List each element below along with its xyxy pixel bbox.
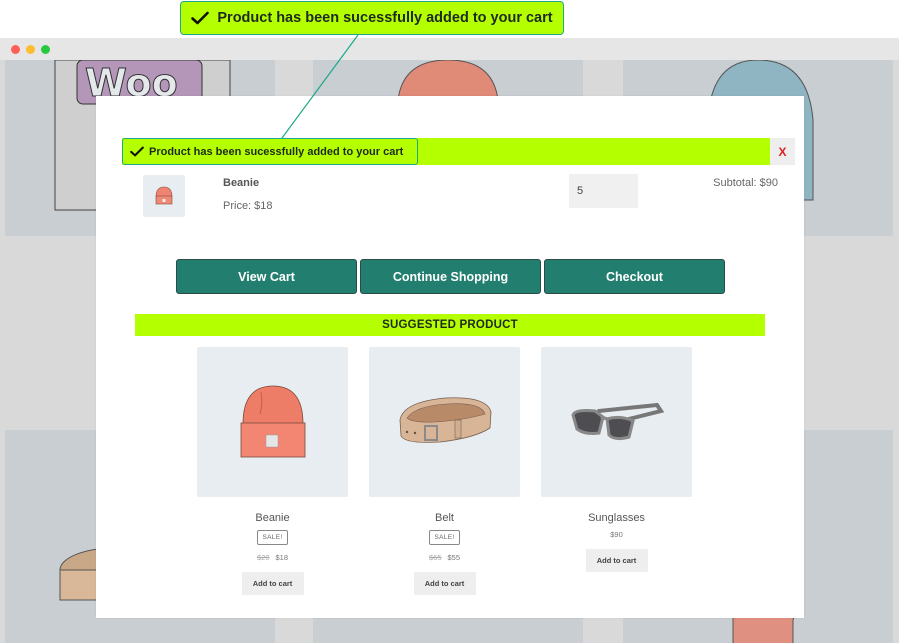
checkmark-icon <box>191 11 210 25</box>
suggested-product-heading: SUGGESTED PRODUCT <box>135 314 765 336</box>
add-to-cart-button[interactable]: Add to cart <box>413 572 476 595</box>
product-name[interactable]: Beanie <box>255 512 289 524</box>
quantity-input[interactable] <box>569 174 638 208</box>
cart-item-price: Price: $18 <box>223 200 273 212</box>
original-price: $20 <box>256 553 270 562</box>
checkout-button[interactable]: Checkout <box>544 259 725 294</box>
product-prices: $65 $55 <box>429 553 460 562</box>
add-to-cart-button[interactable]: Add to cart <box>241 572 304 595</box>
product-image[interactable] <box>369 347 520 497</box>
beanie-image <box>240 385 305 458</box>
product-price: $90 <box>610 530 623 539</box>
modal-actions: View Cart Continue Shopping Checkout <box>176 259 725 294</box>
product-card: Belt SALE! $65 $55 Add to cart <box>369 347 520 595</box>
original-price: $65 <box>428 553 442 562</box>
product-card: Sunglasses $90 Add to cart <box>541 347 692 595</box>
sunglasses-image <box>570 402 664 441</box>
product-image[interactable] <box>541 347 692 497</box>
cart-item-row: Beanie Price: $18 Subtotal: $90 <box>96 172 804 222</box>
beanie-image <box>155 186 173 205</box>
cart-item-name[interactable]: Beanie <box>223 177 259 189</box>
cart-item-thumbnail[interactable] <box>143 175 185 217</box>
window-minimize-button[interactable] <box>26 45 35 54</box>
add-to-cart-button[interactable]: Add to cart <box>585 549 648 572</box>
sale-badge: SALE! <box>256 530 289 545</box>
cart-subtotal: Subtotal: $90 <box>713 177 778 189</box>
product-image[interactable] <box>197 347 348 497</box>
added-to-cart-modal: Product has been sucessfully added to yo… <box>96 96 804 618</box>
product-name[interactable]: Belt <box>435 512 454 524</box>
window-maximize-button[interactable] <box>41 45 50 54</box>
product-card: Beanie SALE! $20 $18 Add to cart <box>197 347 348 595</box>
product-prices: $20 $18 <box>257 553 288 562</box>
window-titlebar <box>0 38 899 60</box>
suggested-products-list: Beanie SALE! $20 $18 Add to cart Belt SA… <box>197 347 692 595</box>
sale-badge: SALE! <box>428 530 461 545</box>
window-close-button[interactable] <box>11 45 20 54</box>
view-cart-button[interactable]: View Cart <box>176 259 357 294</box>
success-callout: Product has been sucessfully added to yo… <box>180 1 564 35</box>
callout-message: Product has been sucessfully added to yo… <box>217 10 553 26</box>
notice-message: Product has been sucessfully added to yo… <box>149 145 404 158</box>
belt-image <box>399 397 491 443</box>
sale-price: $18 <box>275 553 289 562</box>
success-notice: Product has been sucessfully added to yo… <box>122 138 418 165</box>
product-name[interactable]: Sunglasses <box>588 512 645 524</box>
continue-shopping-button[interactable]: Continue Shopping <box>360 259 541 294</box>
close-modal-button[interactable]: X <box>770 138 795 165</box>
product-prices: $90 <box>610 530 623 539</box>
sale-price: $55 <box>447 553 461 562</box>
checkmark-icon <box>130 146 144 157</box>
